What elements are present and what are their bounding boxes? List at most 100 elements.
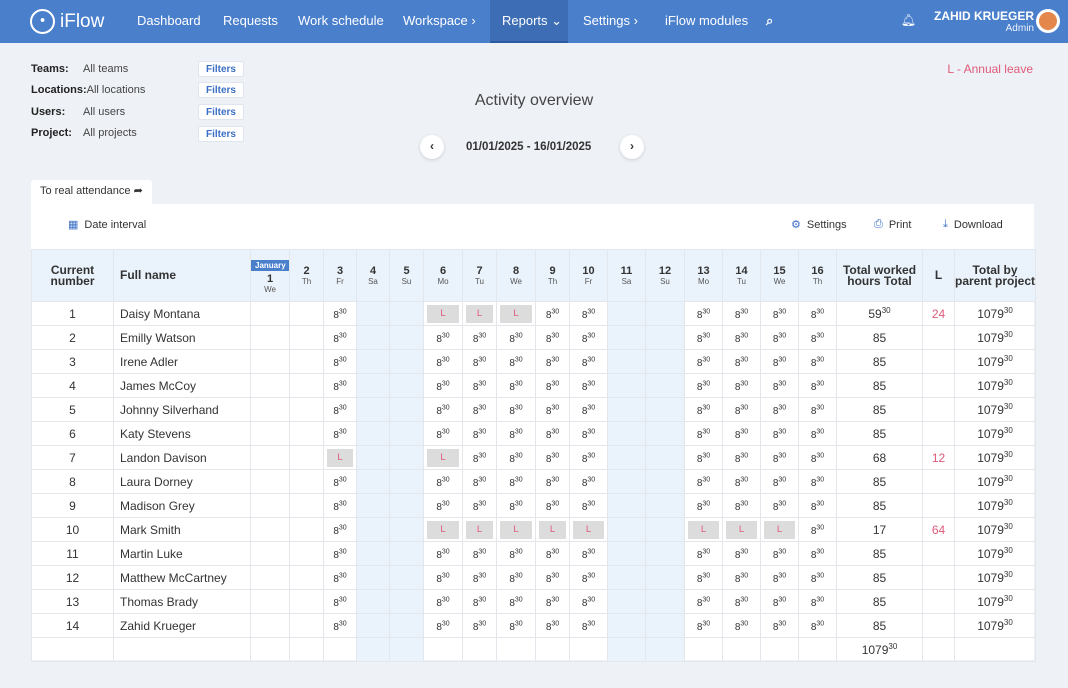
day-cell[interactable]: L — [535, 517, 570, 542]
day-cell[interactable]: 830 — [323, 373, 357, 398]
search-icon[interactable]: ⌕ — [766, 0, 773, 43]
day-cell[interactable] — [250, 469, 290, 494]
day-cell[interactable]: 830 — [798, 421, 837, 446]
row-full-name[interactable]: Matthew McCartney — [113, 565, 251, 590]
download-button[interactable]: ⤓ Download — [943, 218, 1003, 231]
day-cell[interactable]: 830 — [496, 445, 536, 470]
day-cell[interactable]: 830 — [423, 613, 463, 638]
day-cell[interactable] — [645, 493, 685, 518]
header-current-number[interactable]: Current number — [31, 249, 114, 302]
header-day[interactable]: 6 Mo — [423, 249, 463, 302]
day-cell[interactable] — [356, 541, 390, 566]
tab-real-attendance[interactable]: To real attendance ➦ — [31, 180, 152, 204]
day-cell[interactable]: 830 — [722, 541, 761, 566]
day-cell[interactable]: 830 — [496, 349, 536, 374]
day-cell[interactable]: 830 — [535, 301, 570, 326]
day-cell[interactable] — [645, 469, 685, 494]
day-cell[interactable]: 830 — [462, 613, 497, 638]
day-cell[interactable] — [389, 373, 424, 398]
day-cell[interactable] — [250, 301, 290, 326]
next-period-button[interactable]: › — [620, 135, 644, 159]
row-full-name[interactable]: Katy Stevens — [113, 421, 251, 446]
nav-iflow-modules[interactable]: iFlow modules — [665, 0, 748, 43]
header-day[interactable]: 10 Fr — [569, 249, 608, 302]
day-cell[interactable]: 830 — [798, 493, 837, 518]
date-interval-button[interactable]: ▦ Date interval — [68, 218, 146, 232]
day-cell[interactable] — [356, 325, 390, 350]
table-row[interactable]: 13 Thomas Brady 830 830 830 830 830 830 830 830 83… — [31, 589, 1036, 614]
day-cell[interactable]: 830 — [722, 445, 761, 470]
day-cell[interactable] — [645, 397, 685, 422]
day-cell[interactable] — [607, 517, 646, 542]
day-cell[interactable]: 830 — [535, 349, 570, 374]
day-cell[interactable]: 830 — [722, 469, 761, 494]
day-cell[interactable]: 830 — [569, 541, 608, 566]
day-cell[interactable] — [645, 589, 685, 614]
day-cell[interactable] — [389, 349, 424, 374]
day-cell[interactable]: L — [462, 301, 497, 326]
filters-button-project[interactable]: Filters — [198, 126, 244, 142]
day-cell[interactable]: 830 — [798, 397, 837, 422]
day-cell[interactable] — [645, 613, 685, 638]
row-full-name[interactable]: Irene Adler — [113, 349, 251, 374]
day-cell[interactable]: 830 — [569, 349, 608, 374]
day-cell[interactable]: 830 — [423, 325, 463, 350]
day-cell[interactable]: 830 — [423, 349, 463, 374]
day-cell[interactable] — [289, 373, 324, 398]
table-row[interactable]: 1 Daisy Montana 830 L L L 830 830 830 830 830 830 59… — [31, 301, 1036, 326]
filters-button-teams[interactable]: Filters — [198, 61, 244, 77]
day-cell[interactable]: 830 — [722, 301, 761, 326]
day-cell[interactable]: 830 — [496, 373, 536, 398]
day-cell[interactable]: 830 — [535, 589, 570, 614]
day-cell[interactable]: 830 — [684, 469, 723, 494]
previous-period-button[interactable]: ‹ — [420, 135, 444, 159]
table-row[interactable]: 8 Laura Dorney 830 830 830 830 830 830 830 830 830… — [31, 469, 1036, 494]
table-row[interactable]: 10 Mark Smith 830 L L L L L L L L 830 17 64 107930 — [31, 517, 1036, 542]
header-day[interactable]: 16 Th — [798, 249, 837, 302]
day-cell[interactable]: 830 — [722, 565, 761, 590]
day-cell[interactable]: 830 — [323, 397, 357, 422]
header-day[interactable]: 14 Tu — [722, 249, 761, 302]
day-cell[interactable] — [607, 397, 646, 422]
day-cell[interactable]: 830 — [798, 613, 837, 638]
day-cell[interactable]: 830 — [462, 493, 497, 518]
day-cell[interactable]: 830 — [423, 469, 463, 494]
day-cell[interactable]: 830 — [462, 589, 497, 614]
day-cell[interactable]: 830 — [462, 421, 497, 446]
day-cell[interactable]: 830 — [535, 613, 570, 638]
header-day[interactable]: 4 Sa — [356, 249, 390, 302]
table-row[interactable]: 9 Madison Grey 830 830 830 830 830 830 830 830 830… — [31, 493, 1036, 518]
brand-logo[interactable]: ꔷ iFlow — [30, 8, 104, 35]
day-cell[interactable] — [289, 493, 324, 518]
day-cell[interactable] — [356, 565, 390, 590]
table-row[interactable]: 14 Zahid Krueger 830 830 830 830 830 830 830 830 8… — [31, 613, 1036, 638]
row-full-name[interactable]: James McCoy — [113, 373, 251, 398]
day-cell[interactable] — [607, 301, 646, 326]
header-day[interactable]: January 1 We — [250, 249, 290, 302]
day-cell[interactable] — [607, 565, 646, 590]
day-cell[interactable]: 830 — [760, 397, 799, 422]
day-cell[interactable]: 830 — [684, 445, 723, 470]
day-cell[interactable] — [250, 397, 290, 422]
header-day[interactable]: 11 Sa — [607, 249, 646, 302]
day-cell[interactable]: L — [569, 517, 608, 542]
day-cell[interactable] — [289, 301, 324, 326]
day-cell[interactable]: 830 — [684, 493, 723, 518]
header-leave[interactable]: L — [922, 249, 955, 302]
day-cell[interactable] — [289, 541, 324, 566]
day-cell[interactable] — [289, 469, 324, 494]
day-cell[interactable]: L — [684, 517, 723, 542]
day-cell[interactable]: 830 — [496, 565, 536, 590]
day-cell[interactable]: 830 — [760, 565, 799, 590]
day-cell[interactable]: L — [722, 517, 761, 542]
day-cell[interactable]: 830 — [569, 397, 608, 422]
day-cell[interactable]: 830 — [569, 589, 608, 614]
day-cell[interactable] — [356, 373, 390, 398]
table-row[interactable]: 6 Katy Stevens 830 830 830 830 830 830 830 830 830… — [31, 421, 1036, 446]
day-cell[interactable]: 830 — [569, 493, 608, 518]
day-cell[interactable]: 830 — [462, 565, 497, 590]
day-cell[interactable]: 830 — [535, 493, 570, 518]
day-cell[interactable] — [645, 325, 685, 350]
day-cell[interactable]: 830 — [684, 589, 723, 614]
day-cell[interactable]: 830 — [535, 373, 570, 398]
